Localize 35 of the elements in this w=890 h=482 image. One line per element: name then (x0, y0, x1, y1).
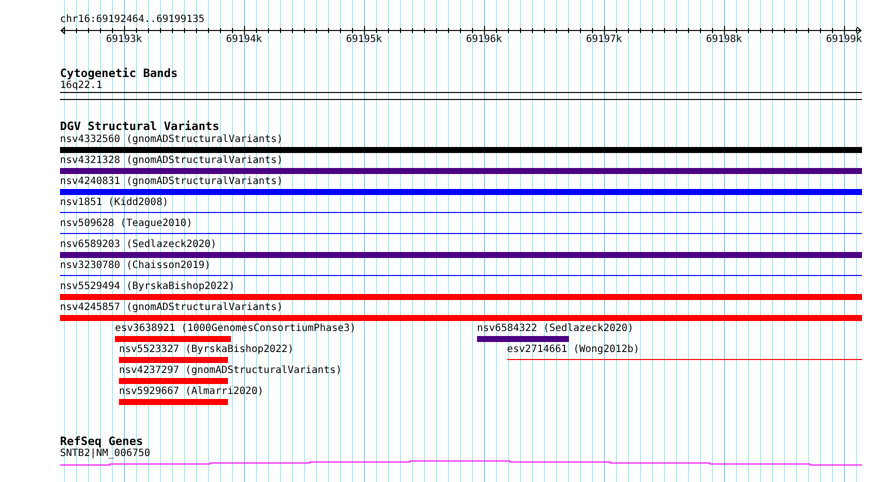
variant-label: nsv6584322 (Sedlazeck2020) (477, 322, 634, 335)
variant-label: nsv5929667 (Almarri2020) (119, 385, 264, 398)
ruler-tick-label: 69193k (106, 34, 142, 46)
variant-label: esv2714661 (Wong2012b) (507, 343, 640, 356)
track-title[interactable]: DGV Structural Variants (60, 120, 220, 133)
band-bar[interactable] (60, 92, 862, 100)
variant-bar[interactable] (60, 146, 862, 152)
variant-bar[interactable] (60, 168, 862, 174)
variant-label: nsv4245857 (gnomADStructuralVariants) (60, 301, 283, 314)
ruler-tick-label: 69199k (826, 34, 862, 46)
gene-drawing[interactable] (60, 460, 862, 466)
track-title[interactable]: Cytogenetic Bands (60, 67, 178, 80)
ruler-tick-label: 69194k (226, 34, 262, 46)
ruler-tick-label: 69198k (706, 34, 742, 46)
variant-label: esv3638921 (1000GenomesConsortiumPhase3) (115, 322, 356, 335)
variant-bar[interactable] (477, 336, 569, 342)
ruler-tick-label: 69195k (346, 34, 382, 46)
variant-bar[interactable] (60, 252, 862, 258)
variant-label: nsv509628 (Teague2010) (60, 217, 192, 230)
variant-bar[interactable] (60, 188, 862, 194)
ruler-tick-label: 69197k (586, 34, 622, 46)
ruler-tick-label: 69196k (466, 34, 502, 46)
gene-label[interactable]: SNTB2|NM_006750 (60, 448, 150, 460)
location-label: chr16:69192464..69199135 (60, 14, 204, 26)
variant-label: nsv4332560 (gnomADStructuralVariants) (60, 133, 283, 146)
variant-label: nsv5529494 (ByrskaBishop2022) (60, 280, 235, 293)
variant-label: nsv4240831 (gnomADStructuralVariants) (60, 175, 283, 188)
variant-label: nsv1851 (Kidd2008) (60, 196, 168, 209)
variant-label: nsv4321328 (gnomADStructuralVariants) (60, 154, 283, 167)
variant-label: nsv5523327 (ByrskaBishop2022) (119, 343, 294, 356)
variant-label: nsv3230780 (Chaisson2019) (60, 259, 211, 272)
variant-label: nsv4237297 (gnomADStructuralVariants) (119, 364, 342, 377)
band-label: 16q22.1 (60, 80, 102, 92)
variant-label: nsv6589203 (Sedlazeck2020) (60, 238, 217, 251)
track-title[interactable]: RefSeq Genes (60, 435, 144, 448)
